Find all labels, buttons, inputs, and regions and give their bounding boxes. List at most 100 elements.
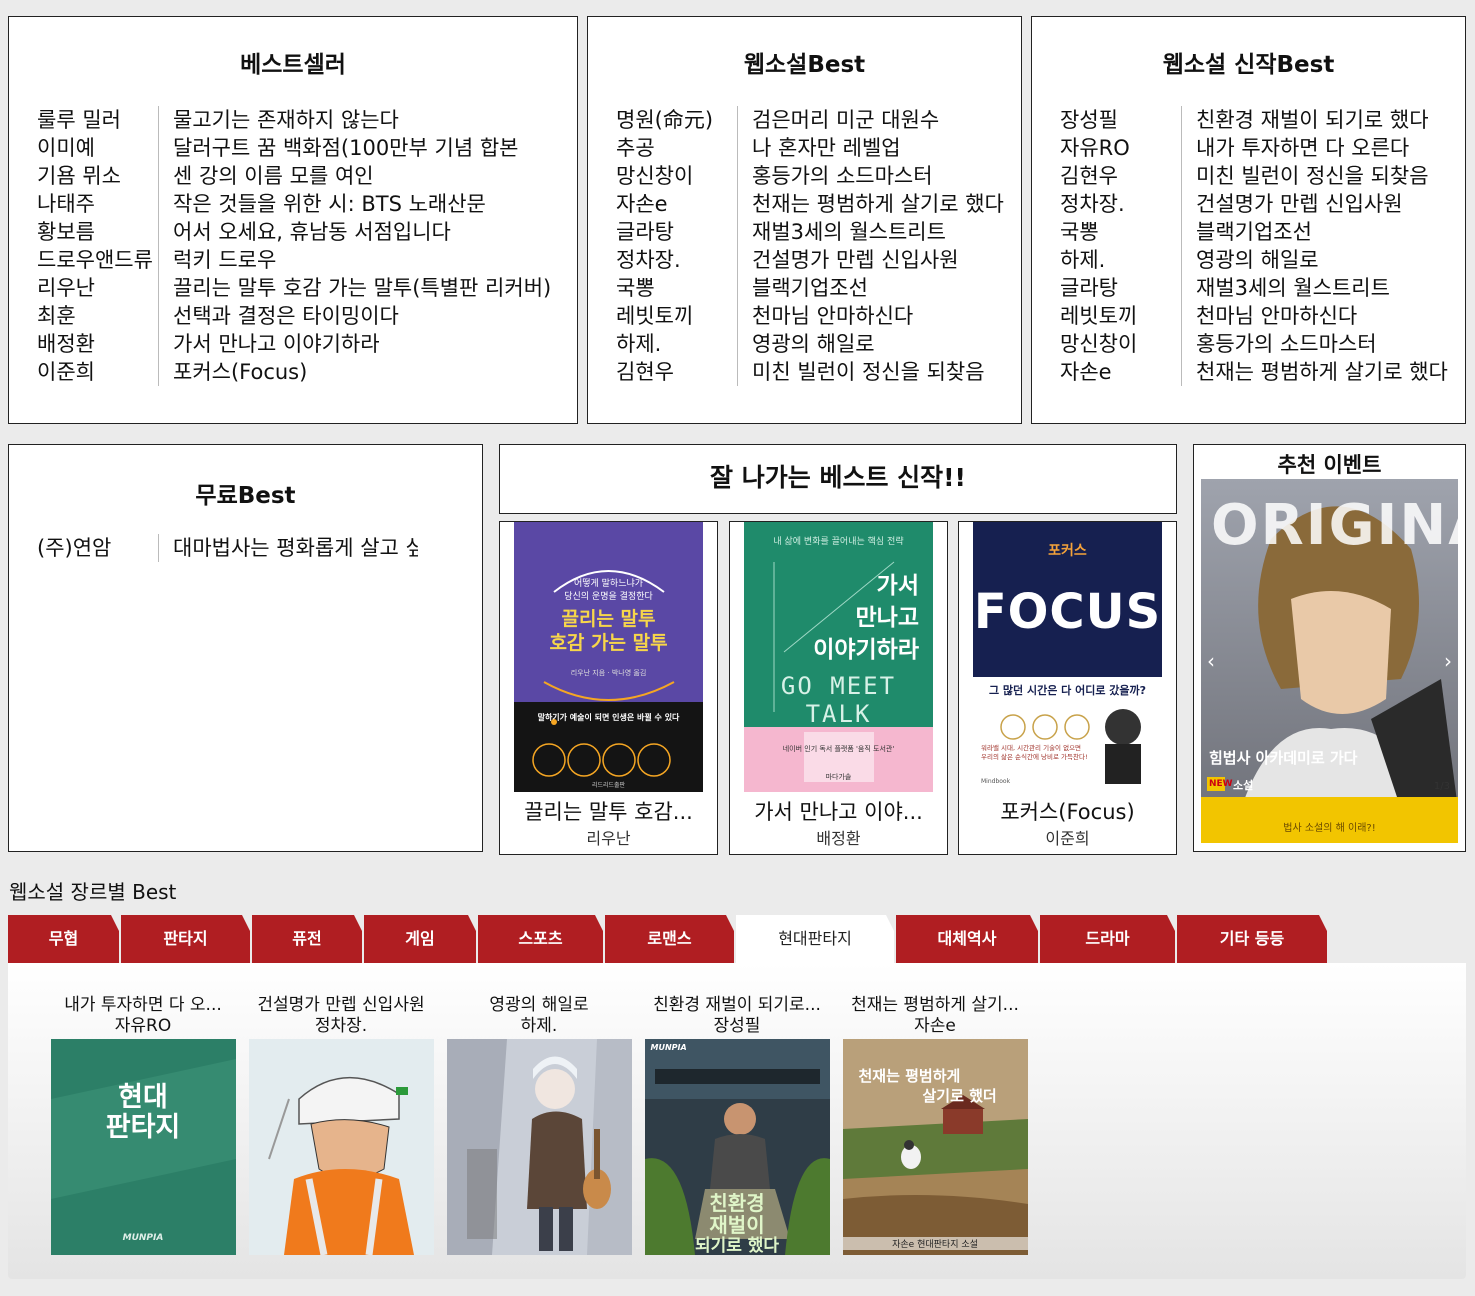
rank-author[interactable]: 자유RO (1032, 134, 1182, 162)
rank-row[interactable]: 명원(命元) 검은머리 미군 대원수 (588, 106, 1021, 134)
rank-author[interactable]: 장성필 (1032, 106, 1182, 134)
rank-title[interactable]: 블랙기업조선 (738, 274, 1021, 302)
genre-tab[interactable]: 로맨스 (605, 915, 734, 963)
book-card[interactable]: 어떻게 말하느냐가 당신의 운명을 결정한다 끌리는 말투 호감 가는 말투 리… (499, 521, 718, 855)
rank-row[interactable]: 자유RO 내가 투자하면 다 오른다 (1032, 134, 1465, 162)
rank-row[interactable]: 망신창이 홍등가의 소드마스터 (588, 162, 1021, 190)
book-cover[interactable]: 어떻게 말하느냐가 당신의 운명을 결정한다 끌리는 말투 호감 가는 말투 리… (514, 522, 703, 792)
rank-row[interactable]: 황보름 어서 오세요, 휴남동 서점입니다 (9, 218, 553, 246)
rank-title[interactable]: 내가 투자하면 다 오른다 (1182, 134, 1465, 162)
genre-book-item[interactable]: 내가 투자하면 다 오... 자유RO 현대 판타지 MUNPIA (44, 963, 242, 1255)
rank-author[interactable]: 하제. (1032, 246, 1182, 274)
rank-row[interactable]: 자손e 천재는 평범하게 살기로 했다 (588, 190, 1021, 218)
rank-author[interactable]: 레빗토끼 (588, 302, 738, 330)
genre-tab[interactable]: 스포츠 (478, 915, 603, 963)
rank-row[interactable]: 하제. 영광의 해일로 (1032, 246, 1465, 274)
rank-title[interactable]: 건설명가 만렙 신입사원 (1182, 190, 1465, 218)
rank-author[interactable]: 김현우 (588, 358, 738, 386)
rank-title[interactable]: 나 혼자만 레벨업 (738, 134, 1021, 162)
rank-row[interactable]: 이미예 달러구트 꿈 백화점(100만부 기념 합본 (9, 134, 553, 162)
rank-author[interactable]: 김현우 (1032, 162, 1182, 190)
rank-title[interactable]: 영광의 해일로 (738, 330, 1021, 358)
genre-book-title[interactable]: 천재는 평범하게 살기... (836, 990, 1034, 1015)
rank-author[interactable]: 하제. (588, 330, 738, 358)
rank-row[interactable]: 국뽕 블랙기업조선 (1032, 218, 1465, 246)
rank-row[interactable]: 리우난 끌리는 말투 호감 가는 말투(특별판 리커버) (9, 274, 553, 302)
rank-author[interactable]: (주)연암 (9, 534, 159, 562)
rank-title[interactable]: 재벌3세의 월스트리트 (738, 218, 1021, 246)
event-banner[interactable]: ORIGINAL 힘법사 아카데미로 가다 NEW 소설 1/3 법사 소설의 … (1201, 479, 1458, 843)
rank-row[interactable]: 최훈 선택과 결정은 타이밍이다 (9, 302, 553, 330)
rank-author[interactable]: 룰루 밀러 (9, 106, 159, 134)
rank-row[interactable]: 하제. 영광의 해일로 (588, 330, 1021, 358)
rank-title[interactable]: 홍등가의 소드마스터 (1182, 330, 1465, 358)
book-title[interactable]: 끌리는 말투 호감... (500, 796, 717, 826)
rank-row[interactable]: 글라탕 재벌3세의 월스트리트 (1032, 274, 1465, 302)
rank-author[interactable]: 국뽕 (1032, 218, 1182, 246)
rank-row[interactable]: 자손e 천재는 평범하게 살기로 했다 (1032, 358, 1465, 386)
genre-tab[interactable]: 대체역사 (896, 915, 1038, 963)
rank-author[interactable]: 망신창이 (588, 162, 738, 190)
rank-title[interactable]: 끌리는 말투 호감 가는 말투(특별판 리커버) (159, 274, 553, 302)
rank-author[interactable]: 나태주 (9, 190, 159, 218)
rank-author[interactable]: 드로우앤드류 (9, 246, 159, 274)
genre-book-title[interactable]: 영광의 해일로 (440, 990, 638, 1015)
rank-title[interactable]: 미친 빌런이 정신을 되찾음 (1182, 162, 1465, 190)
rank-title[interactable]: 천마님 안마하신다 (738, 302, 1021, 330)
rank-title[interactable]: 친환경 재벌이 되기로 했다 (1182, 106, 1465, 134)
rank-author[interactable]: 배정환 (9, 330, 159, 358)
rank-author[interactable]: 최훈 (9, 302, 159, 330)
book-cover[interactable]: 포커스 FOCUS 그 많던 시간은 다 어디로 갔을까? 워라밸 시대, 시간… (973, 522, 1162, 792)
rank-author[interactable]: 이준희 (9, 358, 159, 386)
rank-author[interactable]: 글라탕 (1032, 274, 1182, 302)
rank-title[interactable]: 물고기는 존재하지 않는다 (159, 106, 553, 134)
genre-tab[interactable]: 기타 등등 (1177, 915, 1327, 963)
rank-author[interactable]: 정차장. (588, 246, 738, 274)
genre-book-cover[interactable] (446, 1039, 632, 1255)
genre-book-item[interactable]: 건설명가 만렙 신입사원 정차장. (242, 963, 440, 1255)
rank-author[interactable]: 황보름 (9, 218, 159, 246)
rank-row[interactable]: (주)연암 대마법사는 평화롭게 살고 싶다 (9, 534, 418, 562)
rank-row[interactable]: 김현우 미친 빌런이 정신을 되찾음 (1032, 162, 1465, 190)
book-title[interactable]: 포커스(Focus) (959, 796, 1176, 826)
book-cover[interactable]: 내 삶에 변화를 끌어내는 핵심 전략 가서 만나고 이야기하라 GO MEET… (744, 522, 933, 792)
book-title[interactable]: 가서 만나고 이야... (730, 796, 947, 826)
genre-book-cover[interactable]: 현대 판타지 MUNPIA (50, 1039, 236, 1255)
genre-tab[interactable]: 현대판타지 (736, 915, 894, 963)
rank-title[interactable]: 미친 빌런이 정신을 되찾음 (738, 358, 1021, 386)
rank-author[interactable]: 리우난 (9, 274, 159, 302)
rank-author[interactable]: 추공 (588, 134, 738, 162)
chevron-right-icon[interactable]: › (1444, 649, 1452, 673)
rank-title[interactable]: 포커스(Focus) (159, 358, 553, 386)
rank-title[interactable]: 선택과 결정은 타이밍이다 (159, 302, 553, 330)
rank-title[interactable]: 홍등가의 소드마스터 (738, 162, 1021, 190)
rank-title[interactable]: 대마법사는 평화롭게 살고 싶다 (159, 534, 418, 562)
genre-book-cover[interactable]: 천재는 평범하게 살기로 했더 자손e 현대판타지 소설 (842, 1039, 1028, 1255)
rank-row[interactable]: 룰루 밀러 물고기는 존재하지 않는다 (9, 106, 553, 134)
rank-row[interactable]: 장성필 친환경 재벌이 되기로 했다 (1032, 106, 1465, 134)
rank-row[interactable]: 드로우앤드류 럭키 드로우 (9, 246, 553, 274)
rank-author[interactable]: 자손e (1032, 358, 1182, 386)
rank-title[interactable]: 달러구트 꿈 백화점(100만부 기념 합본 (159, 134, 553, 162)
rank-title[interactable]: 어서 오세요, 휴남동 서점입니다 (159, 218, 553, 246)
genre-tab[interactable]: 게임 (364, 915, 476, 963)
rank-title[interactable]: 작은 것들을 위한 시: BTS 노래산문 (159, 190, 553, 218)
rank-author[interactable]: 명원(命元) (588, 106, 738, 134)
rank-title[interactable]: 천재는 평범하게 살기로 했다 (1182, 358, 1465, 386)
rank-row[interactable]: 김현우 미친 빌런이 정신을 되찾음 (588, 358, 1021, 386)
rank-title[interactable]: 천마님 안마하신다 (1182, 302, 1465, 330)
book-card[interactable]: 내 삶에 변화를 끌어내는 핵심 전략 가서 만나고 이야기하라 GO MEET… (729, 521, 948, 855)
rank-title[interactable]: 영광의 해일로 (1182, 246, 1465, 274)
rank-title[interactable]: 검은머리 미군 대원수 (738, 106, 1021, 134)
genre-book-title[interactable]: 친환경 재벌이 되기로... (638, 990, 836, 1015)
rank-row[interactable]: 기욤 뮈소 센 강의 이름 모를 여인 (9, 162, 553, 190)
rank-row[interactable]: 망신창이 홍등가의 소드마스터 (1032, 330, 1465, 358)
genre-tab[interactable]: 판타지 (121, 915, 250, 963)
rank-author[interactable]: 국뽕 (588, 274, 738, 302)
rank-row[interactable]: 국뽕 블랙기업조선 (588, 274, 1021, 302)
rank-title[interactable]: 블랙기업조선 (1182, 218, 1465, 246)
rank-title[interactable]: 건설명가 만렙 신입사원 (738, 246, 1021, 274)
chevron-left-icon[interactable]: ‹ (1207, 649, 1215, 673)
rank-author[interactable]: 이미예 (9, 134, 159, 162)
rank-row[interactable]: 이준희 포커스(Focus) (9, 358, 553, 386)
